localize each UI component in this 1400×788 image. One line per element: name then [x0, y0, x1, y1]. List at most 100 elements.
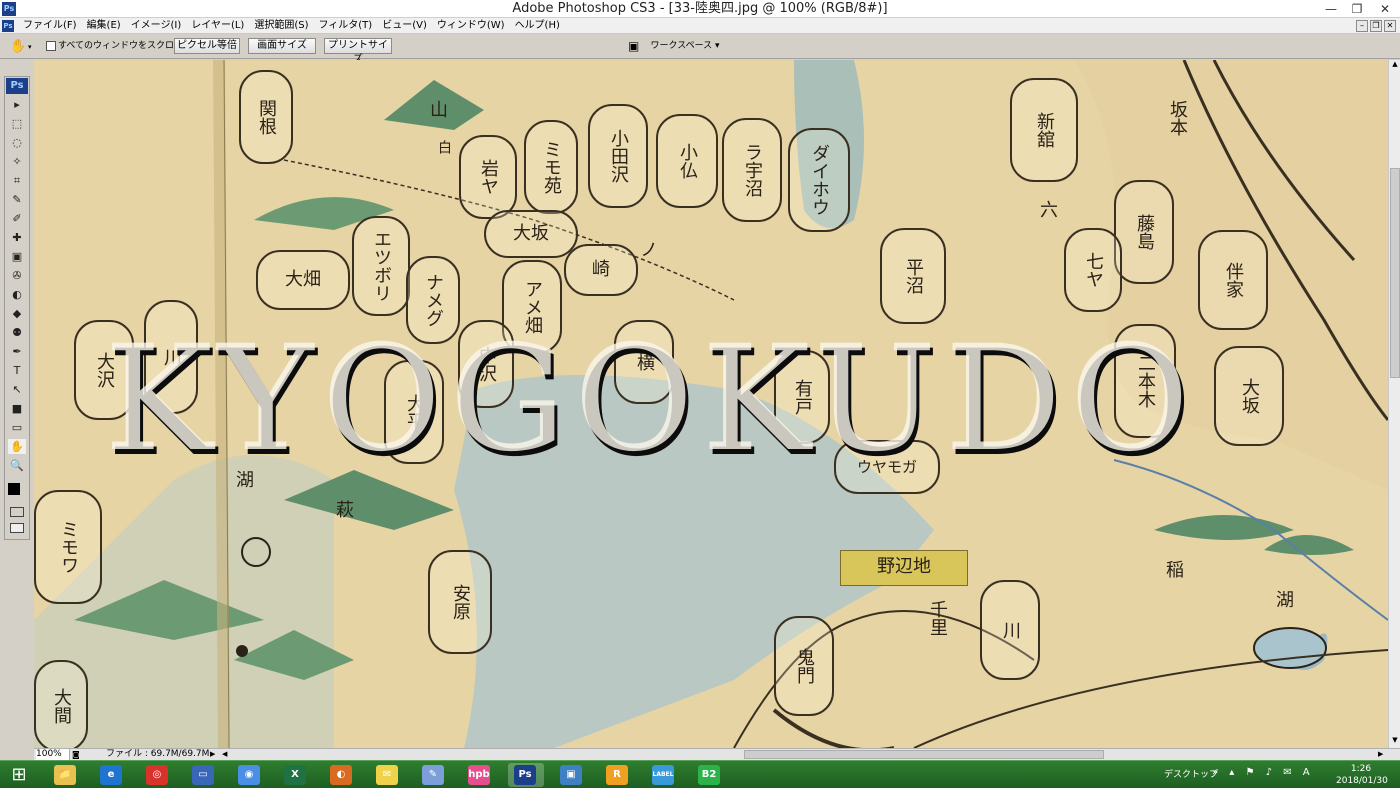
scroll-down-icon[interactable]: ▼	[1390, 736, 1400, 746]
status-arrow-icon[interactable]: ▶	[210, 749, 218, 760]
desktop-toolbar-label[interactable]: デスクトップ	[1164, 767, 1218, 780]
doc-close-icon[interactable]: ✕	[1384, 20, 1396, 32]
scroll-all-checkbox[interactable]	[46, 41, 56, 51]
fit-screen-button[interactable]: 画面サイズ	[248, 38, 316, 54]
file-explorer-icon: 📁	[54, 765, 76, 785]
menu-item[interactable]: ヘルプ(H)	[510, 18, 565, 34]
taskbar-excel[interactable]: X	[278, 763, 314, 787]
taskbar-photos[interactable]: ▣	[554, 763, 590, 787]
status-menu-icon[interactable]: ◙	[72, 749, 82, 760]
menu-item[interactable]: ファイル(F)	[18, 18, 82, 34]
map-place-mark: 大畑	[256, 250, 350, 310]
map-place-mark: 七ヤ	[1064, 228, 1122, 312]
eraser-tool-icon[interactable]: ◐	[8, 287, 26, 302]
excel-icon: X	[284, 765, 306, 785]
foreground-color-swatch[interactable]	[8, 483, 20, 495]
taskbar-app-red[interactable]: ◎	[140, 763, 176, 787]
healing-brush-icon[interactable]: ✐	[8, 211, 26, 226]
tray-icons[interactable]: » ▴ ⚑ ♪ ✉ A	[1212, 767, 1314, 778]
document-canvas[interactable]: 関根 山 白 岩ヤ ミモ苑 小田沢 小仏 ラ宇沼 ダイホウ 大坂 大畑 エツボリ…	[34, 60, 1388, 748]
chevron-down-icon[interactable]: ▾	[28, 43, 36, 51]
taskbar-file-explorer[interactable]: 📁	[48, 763, 84, 787]
map-place-mark: 鬼門	[774, 616, 834, 716]
firefox-icon: ◐	[330, 765, 352, 785]
path-selection-icon[interactable]: ↖	[8, 382, 26, 397]
chrome-icon: ◉	[238, 765, 260, 785]
taskbar-internet-explorer[interactable]: e	[94, 763, 130, 787]
workspace-menu[interactable]: ワークスペース ▾	[650, 37, 720, 55]
quick-mask-icon[interactable]	[10, 507, 24, 517]
photoshop-menu-logo-icon: Ps	[2, 20, 14, 32]
taskbar-chrome[interactable]: ◉	[232, 763, 268, 787]
history-brush-icon[interactable]: ✇	[8, 268, 26, 283]
print-size-button[interactable]: プリントサイズ	[324, 38, 392, 65]
horizontal-scroll-thumb[interactable]	[744, 750, 1104, 759]
pen-tool-icon[interactable]: ✒	[8, 344, 26, 359]
map-place-text: 白	[436, 140, 452, 154]
map-place-text: 山	[427, 100, 448, 118]
menu-item[interactable]: イメージ(I)	[126, 18, 187, 34]
menu-item[interactable]: ビュー(V)	[377, 18, 432, 34]
lake-label: 湖	[1273, 590, 1294, 608]
magic-wand-icon[interactable]: ✧	[8, 154, 26, 169]
taskbar-app-r[interactable]: R	[600, 763, 636, 787]
menu-item[interactable]: 編集(E)	[82, 18, 126, 34]
scroll-left-icon[interactable]: ◀	[222, 749, 230, 760]
menu-item[interactable]: レイヤー(L)	[186, 18, 249, 34]
restore-icon[interactable]: ❐	[1344, 0, 1370, 18]
marquee-tool-icon[interactable]: ⬚	[8, 116, 26, 131]
screen-mode-icon[interactable]	[10, 523, 24, 533]
app-red-icon: ◎	[146, 765, 168, 785]
label-app-icon: LABEL	[652, 765, 674, 785]
taskbar-b2[interactable]: B2	[692, 763, 728, 787]
hand-tool-preset-icon[interactable]: ✋	[10, 39, 26, 55]
vertical-scrollbar[interactable]: ▲ ▼	[1388, 60, 1400, 748]
map-place-mark: ミモワ	[34, 490, 102, 604]
menu-item[interactable]: ウィンドウ(W)	[432, 18, 510, 34]
internet-explorer-icon: e	[100, 765, 122, 785]
clone-stamp-icon[interactable]: ▣	[8, 249, 26, 264]
close-icon[interactable]: ✕	[1370, 0, 1400, 18]
zoom-tool-icon[interactable]: 🔍	[8, 458, 26, 473]
move-tool-icon[interactable]: ▸	[8, 97, 26, 112]
clock-time: 1:26	[1350, 764, 1372, 774]
camera-icon[interactable]: ▣	[628, 39, 646, 55]
menu-item[interactable]: 選択範囲(S)	[249, 18, 313, 34]
scroll-up-icon[interactable]: ▲	[1390, 60, 1400, 70]
type-tool-icon[interactable]: T	[8, 363, 26, 378]
crop-tool-icon[interactable]: ⌗	[8, 173, 26, 188]
map-place-mark: 崎	[564, 244, 638, 296]
notes-tool-icon[interactable]: ▭	[8, 420, 26, 435]
doc-minimize-icon[interactable]: –	[1356, 20, 1368, 32]
shape-tool-icon[interactable]: ■	[8, 401, 26, 416]
zoom-level[interactable]: 100%	[36, 749, 70, 760]
taskbar-hpb[interactable]: hpb	[462, 763, 498, 787]
taskbar: ⊞ 📁 e ◎ ▭ ◉ X ◐ ✉ ✎ hpb Ps ▣ R LABEL B2 デスクトップ » ▴ ⚑ ♪…	[0, 760, 1400, 788]
actual-pixels-button[interactable]: ピクセル等倍	[174, 38, 240, 54]
dodge-tool-icon[interactable]: ⚉	[8, 325, 26, 340]
vertical-scroll-thumb[interactable]	[1390, 168, 1400, 378]
taskbar-firefox[interactable]: ◐	[324, 763, 360, 787]
taskbar-photoshop[interactable]: Ps	[508, 763, 544, 787]
taskbar-paint[interactable]: ✎	[416, 763, 452, 787]
map-place-text: 六	[1037, 200, 1058, 218]
toolbox-logo-icon[interactable]: Ps	[6, 78, 28, 94]
gradient-tool-icon[interactable]: ◆	[8, 306, 26, 321]
start-button[interactable]: ⊞	[6, 764, 32, 786]
lasso-tool-icon[interactable]: ◌	[8, 135, 26, 150]
taskbar-label-app[interactable]: LABEL	[646, 763, 682, 787]
slice-tool-icon[interactable]: ✎	[8, 192, 26, 207]
menu-item[interactable]: フィルタ(T)	[313, 18, 377, 34]
minimize-icon[interactable]: —	[1318, 0, 1344, 18]
toolbox: Ps ▸ ⬚ ◌ ✧ ⌗ ✎ ✐ ✚ ▣ ✇ ◐ ◆ ⚉ ✒ T ↖ ■ ▭ ✋ 🔍	[4, 76, 30, 540]
taskbar-notes[interactable]: ✉	[370, 763, 406, 787]
brush-tool-icon[interactable]: ✚	[8, 230, 26, 245]
app-r-icon: R	[606, 765, 628, 785]
scroll-right-icon[interactable]: ▶	[1378, 749, 1386, 760]
file-info: ファイル : 69.7M/69.7M	[106, 749, 210, 759]
map-place-mark: ダイホウ	[788, 128, 850, 232]
taskbar-app-blue[interactable]: ▭	[186, 763, 222, 787]
tray-clock[interactable]: 1:26 2018/01/30	[1336, 763, 1388, 787]
hand-tool-icon[interactable]: ✋	[8, 439, 26, 454]
doc-restore-icon[interactable]: ❐	[1370, 20, 1382, 32]
